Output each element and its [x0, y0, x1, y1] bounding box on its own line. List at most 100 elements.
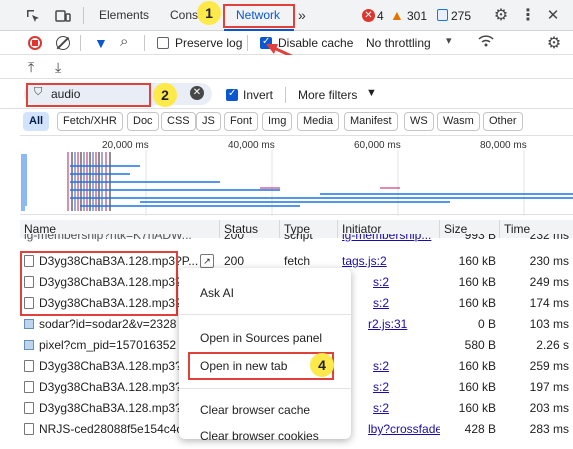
request-name: lg-membership?ntk=K7nADW...	[24, 234, 192, 242]
request-time: 259 ms	[529, 359, 569, 373]
request-size: 160 kB	[458, 254, 496, 268]
record-stop-icon[interactable]	[28, 36, 42, 50]
type-other[interactable]: Other	[483, 112, 523, 131]
request-initiator[interactable]: s:2	[338, 398, 440, 419]
menu-item-open-in-sources[interactable]: Open in Sources panel	[179, 325, 351, 351]
more-options-icon[interactable]: ⋮	[519, 6, 537, 24]
import-har-icon[interactable]: ⤒	[28, 59, 34, 76]
warning-count[interactable]: 301	[407, 9, 427, 23]
type-all[interactable]: All	[23, 112, 50, 131]
invert-checkbox[interactable]	[226, 88, 238, 101]
request-time: 2.26 s	[536, 338, 569, 352]
request-name: D3yg38ChaB3A.128.mp3?	[39, 380, 182, 394]
file-icon	[24, 402, 34, 414]
menu-item-ask-ai[interactable]: Ask AI	[179, 280, 351, 306]
request-time: 230 ms	[529, 254, 569, 268]
annotation-badge-2: 2	[153, 83, 177, 107]
annotation-box-filter	[26, 83, 151, 107]
table-row[interactable]: lg-membership?ntk=K7nADW... 200 script l…	[20, 234, 573, 246]
clear-log-icon[interactable]	[56, 36, 70, 50]
type-manifest[interactable]: Manifest	[344, 112, 398, 131]
type-js[interactable]: JS	[196, 112, 221, 131]
tab-elements[interactable]: Elements	[99, 0, 149, 31]
device-toolbar-icon[interactable]	[54, 7, 72, 25]
request-time: 249 ms	[529, 275, 569, 289]
inspect-element-icon[interactable]	[24, 7, 42, 25]
request-initiator[interactable]: tags.js:2	[338, 251, 440, 272]
open-link-icon[interactable]: ↗	[200, 254, 214, 268]
file-icon	[24, 423, 34, 435]
request-initiator[interactable]: lg-membership...	[338, 234, 440, 246]
throttling-select[interactable]: No throttling	[366, 36, 431, 50]
type-media[interactable]: Media	[297, 112, 339, 131]
request-size: 428 B	[464, 422, 496, 436]
request-time: 174 ms	[529, 296, 569, 310]
invert-label: Invert	[243, 88, 274, 102]
more-tabs-chevron-icon[interactable]: »	[298, 0, 306, 31]
request-size: 0 B	[477, 317, 496, 331]
more-filters-button[interactable]: More filters	[298, 88, 357, 102]
request-time: 283 ms	[529, 422, 569, 436]
throttling-dropdown-icon[interactable]: ▾	[446, 34, 452, 47]
import-export-toolbar: ⤒ ⤓	[0, 55, 573, 79]
annotation-badge-4: 4	[310, 353, 334, 377]
request-initiator[interactable]: s:2	[338, 356, 440, 377]
error-icon: ✕	[362, 9, 375, 22]
clear-filter-icon[interactable]: ✕	[190, 86, 204, 100]
request-time: 232 ms	[529, 234, 569, 242]
file-icon	[24, 381, 34, 393]
export-har-icon[interactable]: ⤓	[55, 59, 61, 76]
more-filters-dropdown-icon[interactable]: ▼	[366, 87, 377, 99]
request-name: D3yg38ChaB3A.128.mp3?	[39, 401, 182, 415]
type-doc[interactable]: Doc	[127, 112, 159, 131]
type-wasm[interactable]: Wasm	[437, 112, 480, 131]
issues-count[interactable]: 275	[451, 9, 471, 23]
request-name: sodar?id=sodar2&v=2328	[39, 317, 177, 331]
request-initiator[interactable]: lby?crossfade	[338, 419, 440, 440]
warning-icon: ▲	[390, 7, 404, 23]
annotation-box-network	[223, 4, 295, 28]
request-initiator[interactable]: r2.js:31	[338, 314, 440, 335]
filter-funnel-icon[interactable]: ▼	[94, 35, 108, 51]
request-time: 103 ms	[529, 317, 569, 331]
request-size: 993 B	[464, 234, 496, 242]
preserve-log-label: Preserve log	[175, 36, 243, 50]
annotation-box-mp3-rows	[20, 251, 178, 316]
request-size: 160 kB	[458, 401, 496, 415]
request-time: 197 ms	[529, 380, 569, 394]
network-conditions-wifi-icon[interactable]	[478, 34, 494, 51]
menu-item-clear-browser-cookies[interactable]: Clear browser cookies	[179, 423, 351, 449]
timeline-overview[interactable]: 20,000 ms 40,000 ms 60,000 ms 80,000 ms	[20, 135, 573, 216]
settings-gear-icon[interactable]: ⚙	[492, 6, 510, 24]
type-css[interactable]: CSS	[161, 112, 196, 131]
image-icon	[24, 319, 34, 329]
request-name: NRJS-ced28088f5e154c4c	[39, 422, 183, 436]
request-status: 200	[224, 234, 245, 242]
request-initiator[interactable]: s:2	[338, 293, 440, 314]
request-name: pixel?cm_pid=157016352	[39, 338, 177, 352]
request-type: script	[284, 234, 313, 242]
error-count[interactable]: 4	[377, 9, 384, 23]
type-img[interactable]: Img	[262, 112, 293, 131]
menu-item-clear-browser-cache[interactable]: Clear browser cache	[179, 397, 351, 423]
close-devtools-icon[interactable]: ✕	[544, 6, 562, 24]
request-size: 160 kB	[458, 359, 496, 373]
file-icon	[24, 360, 34, 372]
type-ws[interactable]: WS	[404, 112, 434, 131]
request-initiator[interactable]: s:2	[338, 272, 440, 293]
request-name: D3yg38ChaB3A.128.mp3?	[39, 359, 182, 373]
resource-type-filters: All Fetch/XHR Doc CSS JS Font Img Media …	[0, 109, 573, 133]
request-size: 580 B	[464, 338, 496, 352]
request-initiator[interactable]: s:2	[338, 377, 440, 398]
preserve-log-checkbox[interactable]	[157, 37, 169, 49]
request-size: 160 kB	[458, 380, 496, 394]
network-settings-gear-icon[interactable]: ⚙	[545, 34, 563, 52]
type-font[interactable]: Font	[224, 112, 259, 131]
search-icon[interactable]: ⌕	[120, 33, 128, 50]
request-time: 203 ms	[529, 401, 569, 415]
request-size: 160 kB	[458, 296, 496, 310]
annotation-badge-1: 1	[197, 1, 221, 25]
devtools-tab-bar: Elements Console Network 1 » ✕ 4 ▲ 301 2…	[0, 0, 573, 31]
type-fetch-xhr[interactable]: Fetch/XHR	[57, 112, 123, 131]
image-icon	[24, 340, 34, 350]
